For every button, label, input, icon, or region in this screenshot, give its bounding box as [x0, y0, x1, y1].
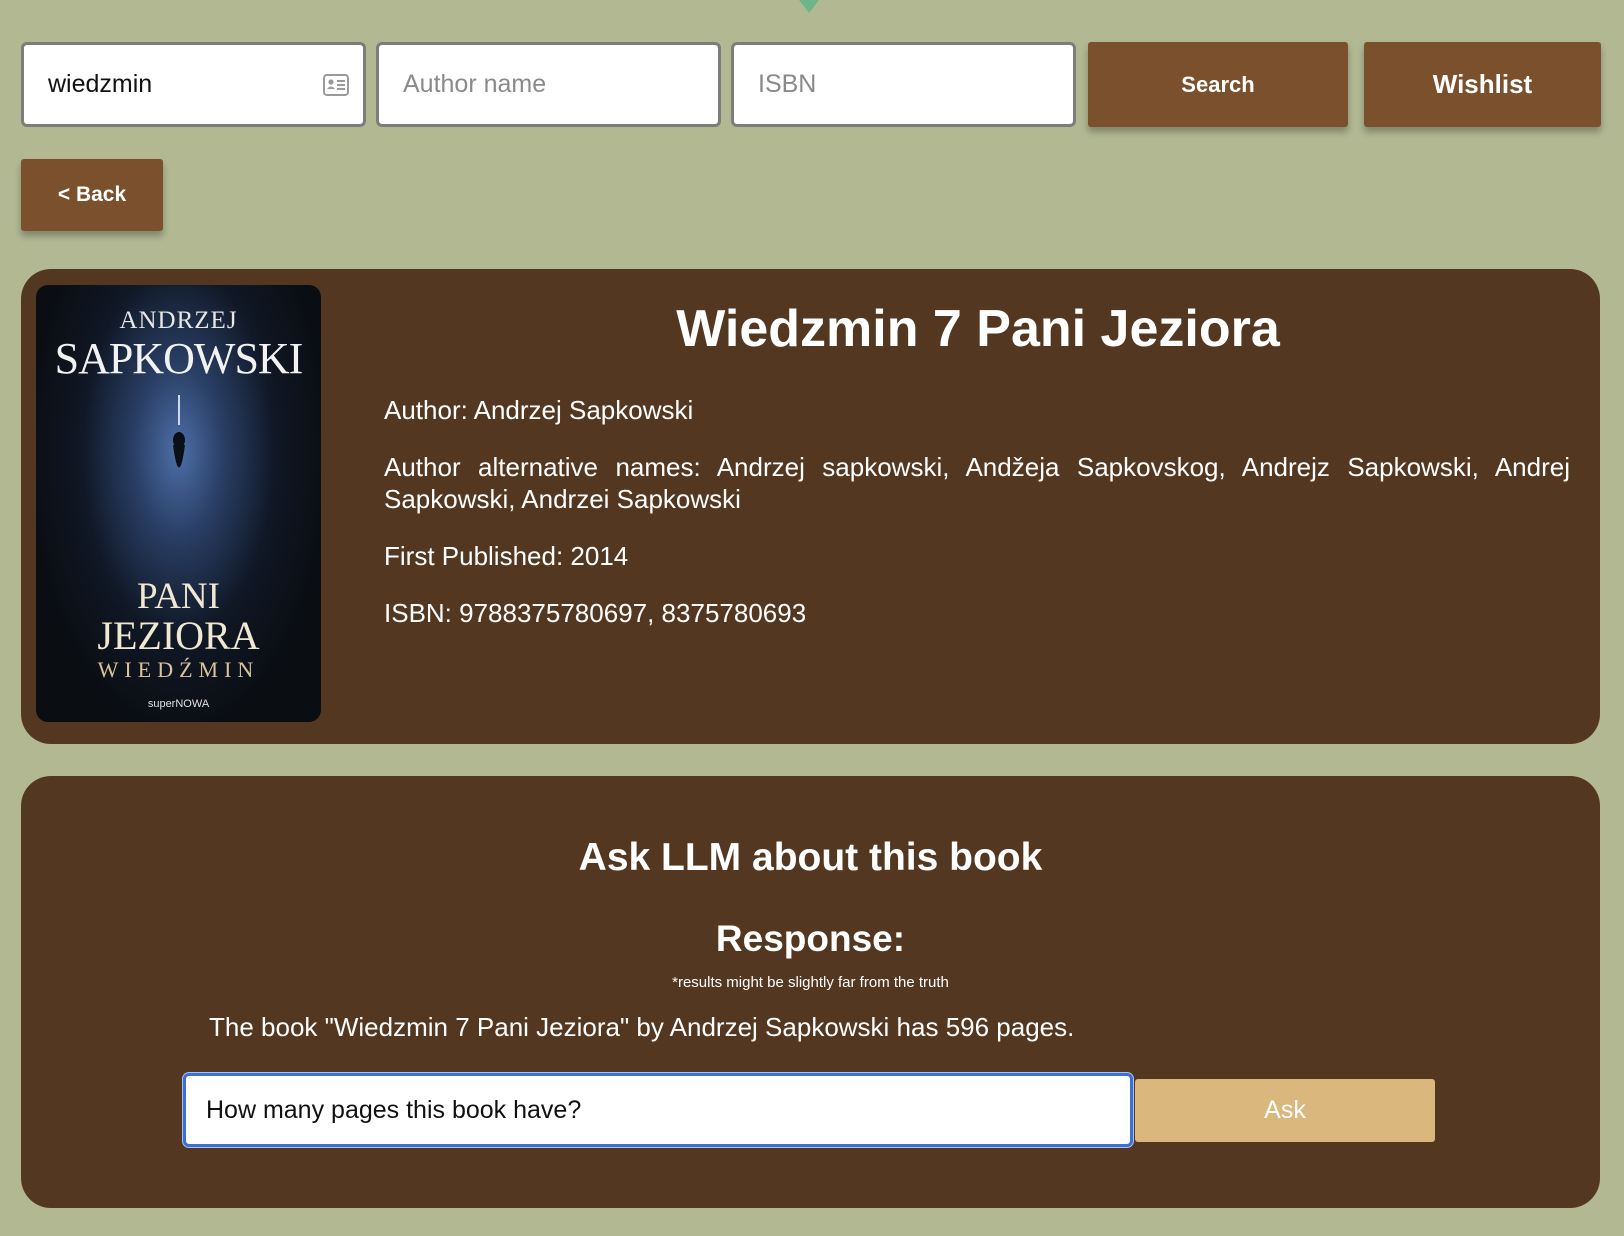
cover-author-last: SAPKOWSKI	[54, 334, 304, 383]
ask-button[interactable]: Ask	[1135, 1078, 1435, 1142]
book-details-card: ANDRZEJ SAPKOWSKI PANI JEZIORA WIEDŹMIN …	[21, 269, 1600, 744]
cover-author-first: ANDRZEJ	[119, 307, 238, 334]
search-button[interactable]: Search	[1088, 42, 1348, 127]
isbn-input[interactable]	[758, 70, 1049, 99]
title-field[interactable]	[21, 42, 366, 127]
cover-series: WIEDŹMIN	[97, 657, 260, 682]
back-button[interactable]: < Back	[21, 159, 163, 231]
cover-title-line2: JEZIORA	[97, 613, 260, 658]
book-isbn: ISBN: 9788375780697, 8375780693	[384, 598, 807, 628]
response-heading: Response:	[715, 918, 906, 959]
book-cover: ANDRZEJ SAPKOWSKI PANI JEZIORA WIEDŹMIN …	[36, 285, 321, 722]
author-input[interactable]	[403, 70, 694, 99]
isbn-field[interactable]	[731, 42, 1076, 127]
book-alt-names: Author alternative names: Andrzej sapkow…	[384, 452, 1570, 514]
contact-card-icon[interactable]	[323, 74, 349, 96]
triangle-down-icon	[799, 0, 819, 13]
author-field[interactable]	[376, 42, 721, 127]
llm-heading: Ask LLM about this book	[578, 836, 1043, 879]
response-text: The book "Wiedzmin 7 Pani Jeziora" by An…	[209, 1012, 1075, 1042]
wishlist-button[interactable]: Wishlist	[1364, 42, 1601, 127]
title-input[interactable]	[48, 70, 339, 99]
response-disclaimer: *results might be slightly far from the …	[672, 974, 949, 991]
cover-figure-icon	[173, 395, 185, 468]
book-info: Author: Andrzej Sapkowski Author alterna…	[384, 394, 1570, 654]
question-input[interactable]	[183, 1073, 1133, 1147]
book-author: Author: Andrzej Sapkowski	[384, 395, 694, 425]
cover-publisher: superNOWA	[147, 698, 210, 710]
book-first-published: First Published: 2014	[384, 541, 629, 571]
search-bar: Search Wishlist	[21, 42, 1601, 127]
ask-row: Ask	[183, 1073, 1435, 1147]
llm-card: Ask LLM about this book Response: *resul…	[21, 776, 1600, 1208]
book-title: Wiedzmin 7 Pani Jeziora	[676, 300, 1280, 358]
